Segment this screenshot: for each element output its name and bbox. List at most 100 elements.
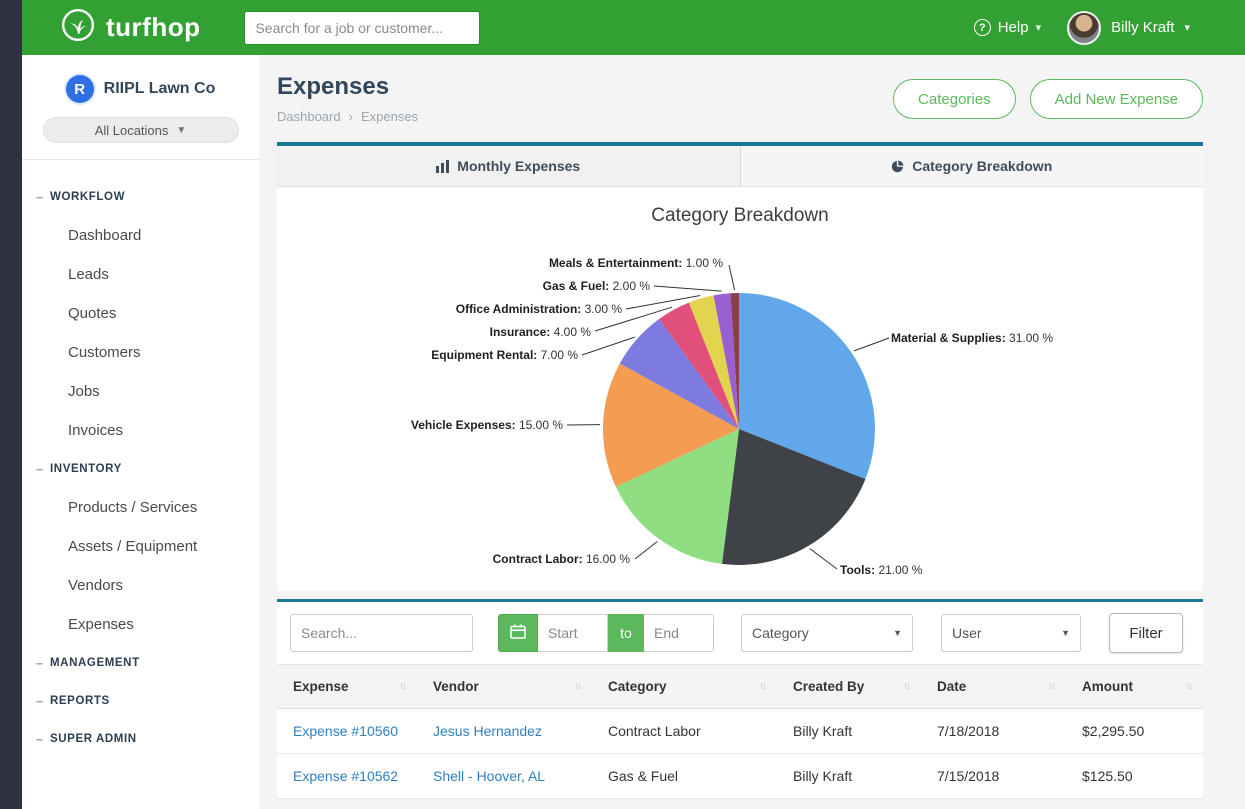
calendar-icon [510,624,526,642]
table-search-input[interactable] [290,614,473,652]
tree-dash-icon: -- [36,694,42,708]
leader-line [810,549,837,569]
company-name: RIIPL Lawn Co [104,80,216,98]
pie-label-tools: Tools: 21.00 % [840,563,922,577]
category-cell: Gas & Fuel [592,754,777,799]
pie-label-insurance: Insurance: 4.00 % [490,325,591,339]
pie-label-vehicle-expenses: Vehicle Expenses: 15.00 % [411,418,563,432]
brand-name: turfhop [106,12,200,43]
tab-label: Monthly Expenses [457,158,580,174]
nav-section-label: REPORTS [50,695,110,707]
pie-label-material-supplies: Material & Supplies: 31.00 % [891,331,1053,345]
categories-button[interactable]: Categories [893,79,1016,119]
expense-link[interactable]: Expense #10562 [293,768,398,784]
help-icon: ? [974,19,991,36]
pie-label-contract-labor: Contract Labor: 16.00 % [493,552,630,566]
sidebar-item-assets-equipment[interactable]: Assets / Equipment [22,527,259,566]
tree-dash-icon: -- [36,462,42,476]
sidebar-item-quotes[interactable]: Quotes [22,294,259,333]
avatar [1067,11,1101,45]
user-name: Billy Kraft [1111,19,1174,36]
pie-label-gas-fuel: Gas & Fuel: 2.00 % [543,279,650,293]
topbar-right: ? Help ▾ Billy Kraft ▾ [974,11,1190,45]
nav-section-label: INVENTORY [50,463,122,475]
add-new-expense-button[interactable]: Add New Expense [1030,79,1203,119]
start-date-input[interactable] [538,614,608,652]
table-row: Expense #10560 Jesus Hernandez Contract … [277,709,1203,754]
user-select[interactable]: User ▼ [941,614,1081,652]
breadcrumb-separator: › [349,109,353,124]
created-by-cell: Billy Kraft [777,709,921,754]
nav-section-super-admin[interactable]: -- SUPER ADMIN [22,720,259,758]
page-header: Expenses Dashboard › Expenses Categories… [277,55,1203,142]
main-content: Expenses Dashboard › Expenses Categories… [259,55,1245,809]
sort-icon[interactable]: ↑↓ [759,681,765,692]
tab-monthly-expenses[interactable]: Monthly Expenses [277,146,741,187]
column-header-amount: Amount [1082,679,1133,694]
calendar-button[interactable] [498,614,538,652]
tab-category-breakdown[interactable]: Category Breakdown [741,146,1204,187]
nav-section-reports[interactable]: -- REPORTS [22,682,259,720]
left-edge-strip [0,0,22,809]
sidebar-item-customers[interactable]: Customers [22,333,259,372]
pie-chart[interactable] [277,187,1203,591]
nav-section-inventory[interactable]: -- INVENTORY [22,450,259,488]
sort-icon[interactable]: ↑↓ [574,681,580,692]
global-search-input[interactable] [244,11,480,45]
header-buttons: Categories Add New Expense [893,79,1203,119]
end-date-input[interactable] [644,614,714,652]
bar-chart-icon [436,160,449,173]
sidebar-item-vendors[interactable]: Vendors [22,566,259,605]
tree-dash-icon: -- [36,656,42,670]
filter-button[interactable]: Filter [1109,613,1183,653]
nav-section-workflow[interactable]: -- WORKFLOW [22,178,259,216]
sidebar-item-leads[interactable]: Leads [22,255,259,294]
sort-icon[interactable]: ↑↓ [1048,681,1054,692]
sort-icon[interactable]: ↑↓ [399,681,405,692]
location-label: All Locations [95,123,169,138]
company-logo: R [66,75,94,103]
sidebar-item-products-services[interactable]: Products / Services [22,488,259,527]
sort-icon[interactable]: ↑↓ [903,681,909,692]
nav-section-label: WORKFLOW [50,191,125,203]
help-label: Help [998,19,1029,36]
expense-link[interactable]: Expense #10560 [293,723,398,739]
breadcrumb: Dashboard › Expenses [277,109,418,124]
created-by-cell: Billy Kraft [777,754,921,799]
chevron-down-icon: ▾ [1036,21,1042,34]
category-select[interactable]: Category ▼ [741,614,913,652]
breadcrumb-expenses: Expenses [361,109,418,124]
date-cell: 7/15/2018 [921,754,1066,799]
chevron-down-icon: ▼ [1061,628,1070,638]
chart-tabs: Monthly Expenses Category Breakdown [277,142,1203,187]
date-range-group: to [498,614,714,652]
sidebar-item-expenses[interactable]: Expenses [22,605,259,644]
location-selector[interactable]: All Locations ▼ [43,117,239,143]
amount-cell: $125.50 [1066,754,1203,799]
sidebar-item-jobs[interactable]: Jobs [22,372,259,411]
column-header-created-by: Created By [793,679,864,694]
leader-line [729,265,735,290]
breadcrumb-dashboard[interactable]: Dashboard [277,109,341,124]
brand-logo[interactable]: turfhop [60,7,200,48]
user-menu[interactable]: Billy Kraft ▾ [1067,11,1190,45]
user-select-value: User [952,625,982,641]
vendor-link[interactable]: Jesus Hernandez [433,723,542,739]
sidebar: R RIIPL Lawn Co All Locations ▼ -- WORKF… [22,55,259,809]
topbar: turfhop ? Help ▾ Billy Kraft ▾ [22,0,1245,55]
sidebar-item-dashboard[interactable]: Dashboard [22,216,259,255]
pie-chart-panel: Category Breakdown Material & Supplies: … [277,187,1203,591]
date-to-label: to [608,614,644,652]
category-cell: Contract Labor [592,709,777,754]
leader-line [854,338,889,351]
sidebar-item-invoices[interactable]: Invoices [22,411,259,450]
tab-label: Category Breakdown [912,158,1052,174]
nav-section-management[interactable]: -- MANAGEMENT [22,644,259,682]
turfhop-logo-icon [60,7,96,48]
sort-icon[interactable]: ↑↓ [1185,681,1191,692]
sidebar-nav: -- WORKFLOW Dashboard Leads Quotes Custo… [22,160,259,758]
help-menu[interactable]: ? Help ▾ [974,19,1041,36]
pie-label-office-administration: Office Administration: 3.00 % [456,302,622,316]
vendor-link[interactable]: Shell - Hoover, AL [433,768,545,784]
filter-bar: to Category ▼ User ▼ Filter [277,602,1203,664]
